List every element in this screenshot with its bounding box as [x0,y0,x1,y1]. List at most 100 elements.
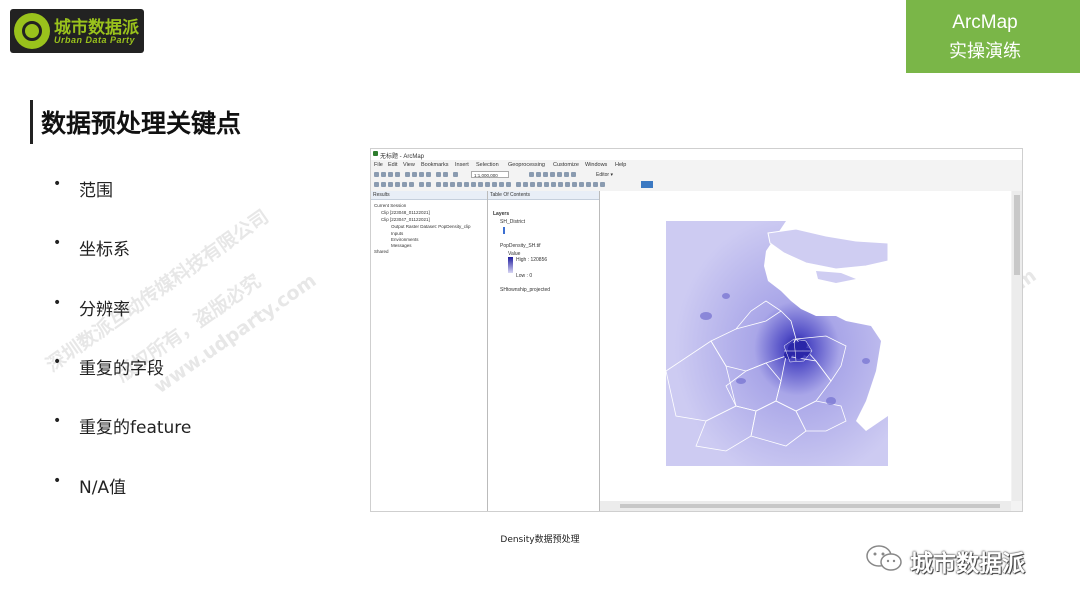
search-icon[interactable] [550,172,555,177]
html-popup-icon[interactable] [471,182,476,187]
heading-bar [30,100,33,144]
slide-heading: 数据预处理关键点 [41,109,242,138]
scroll-thumb[interactable] [620,504,1000,508]
tree-environments[interactable]: Environments [391,237,419,242]
layout-back-icon[interactable] [551,182,556,187]
back-icon[interactable] [419,182,424,187]
menu-edit[interactable]: Edit [388,162,397,168]
menu-help[interactable]: Help [615,162,626,168]
menu-windows[interactable]: Windows [585,162,607,168]
bullet-dot: • [53,235,62,251]
bullet-text: 重复的feature [79,418,192,438]
tree-inputs[interactable]: Inputs [391,231,403,236]
paste-icon[interactable] [419,172,424,177]
data-frame-icon[interactable] [593,182,598,187]
toc-layer-township[interactable]: SHtownship_projected [500,287,550,293]
layout-page-icon[interactable] [544,182,549,187]
catalog-icon[interactable] [543,172,548,177]
undo-icon[interactable] [436,172,441,177]
identify-icon[interactable] [457,182,462,187]
menu-customize[interactable]: Customize [553,162,579,168]
menu-selection[interactable]: Selection [476,162,499,168]
color-swatch[interactable] [641,181,653,188]
copy-icon[interactable] [412,172,417,177]
toc-layer-popdensity[interactable]: PopDensity_SH.tif [500,243,541,249]
bullet-dot: • [53,473,62,489]
wechat-account-name: 城市数据派 [910,551,1025,577]
add-data-icon[interactable] [453,172,458,177]
menu-insert[interactable]: Insert [455,162,469,168]
select-elements-icon[interactable] [450,182,455,187]
time-slider-icon[interactable] [506,182,511,187]
brand-sub: Urban Data Party [54,35,136,45]
wechat-icon [866,545,902,571]
tree-current-session[interactable]: Current Session [374,203,406,208]
fixed-zoom-out-icon[interactable] [409,182,414,187]
tree-output-raster[interactable]: Output Raster Dataset: PopDensity_clip [391,224,471,229]
toc-layers[interactable]: Layers [493,211,509,217]
cut-icon[interactable] [405,172,410,177]
save-icon[interactable] [388,172,393,177]
fixed-zoom-in-icon[interactable] [402,182,407,187]
bullet-dot: • [53,295,62,311]
tree-clip-1[interactable]: Clip [223048_01122021] [381,210,430,215]
arcmap-title: 无标题 - ArcMap [380,154,425,160]
measure-icon[interactable] [478,182,483,187]
section-tag: ArcMap 实操演练 [906,0,1080,73]
zoom-in-icon[interactable] [374,182,379,187]
map-horizontal-scrollbar[interactable] [600,501,1011,511]
layout-forward-icon[interactable] [558,182,563,187]
scroll-thumb[interactable] [1014,195,1020,275]
arctoolbox-icon[interactable] [557,172,562,177]
layout-change-icon[interactable] [572,182,577,187]
print-icon[interactable] [395,172,400,177]
tag-title: ArcMap [952,12,1018,33]
python-icon[interactable] [564,172,569,177]
density-color-ramp [508,257,513,273]
toc-high-label: High : 120856 [516,257,548,263]
tree-messages[interactable]: Messages [391,243,412,248]
full-extent-icon[interactable] [395,182,400,187]
editor-dropdown[interactable]: Editor ▾ [596,172,613,178]
bullet-dot: • [53,413,62,429]
modelbuilder-icon[interactable] [571,172,576,177]
tree-clip-2[interactable]: Clip [223047_01122021] [381,217,430,222]
route-icon[interactable] [492,182,497,187]
map-scale-input[interactable]: 1:1,000,000 [471,171,509,178]
arcmap-menubar: File Edit View Bookmarks Insert Selectio… [371,160,1022,170]
layout-wizard-icon[interactable] [579,182,584,187]
editor-toolbar-icon[interactable] [529,172,534,177]
logo-mark-icon [14,13,50,49]
forward-icon[interactable] [426,182,431,187]
menu-file[interactable]: File [374,162,383,168]
map-view[interactable] [600,191,1011,501]
tree-shared[interactable]: Shared [374,249,389,254]
draft-mode-icon[interactable] [586,182,591,187]
find-icon[interactable] [485,182,490,187]
brand-logo: 城市数据派 Urban Data Party [10,9,144,53]
menu-view[interactable]: View [403,162,415,168]
menu-geoprocessing[interactable]: Geoprocessing [508,162,545,168]
toc-layer-district[interactable]: SH_District [500,219,525,225]
select-features-icon[interactable] [436,182,441,187]
toc-header: Table Of Contents [488,191,599,200]
zoom-out-icon[interactable] [381,182,386,187]
goto-xy-icon[interactable] [499,182,504,187]
export-icon[interactable] [600,182,605,187]
redo-icon[interactable] [443,172,448,177]
layout-focus-icon[interactable] [565,182,570,187]
clear-selection-icon[interactable] [443,182,448,187]
results-header: Results [371,191,487,200]
open-icon[interactable] [381,172,386,177]
map-vertical-scrollbar[interactable] [1012,191,1022,501]
hyperlink-icon[interactable] [464,182,469,187]
layout-zoom-icon[interactable] [523,182,528,187]
toc-icon[interactable] [536,172,541,177]
pan-icon[interactable] [388,182,393,187]
menu-bookmarks[interactable]: Bookmarks [421,162,449,168]
layout-pan-icon[interactable] [530,182,535,187]
layout-extent-icon[interactable] [537,182,542,187]
layout-tool-icon[interactable] [516,182,521,187]
new-icon[interactable] [374,172,379,177]
delete-icon[interactable] [426,172,431,177]
